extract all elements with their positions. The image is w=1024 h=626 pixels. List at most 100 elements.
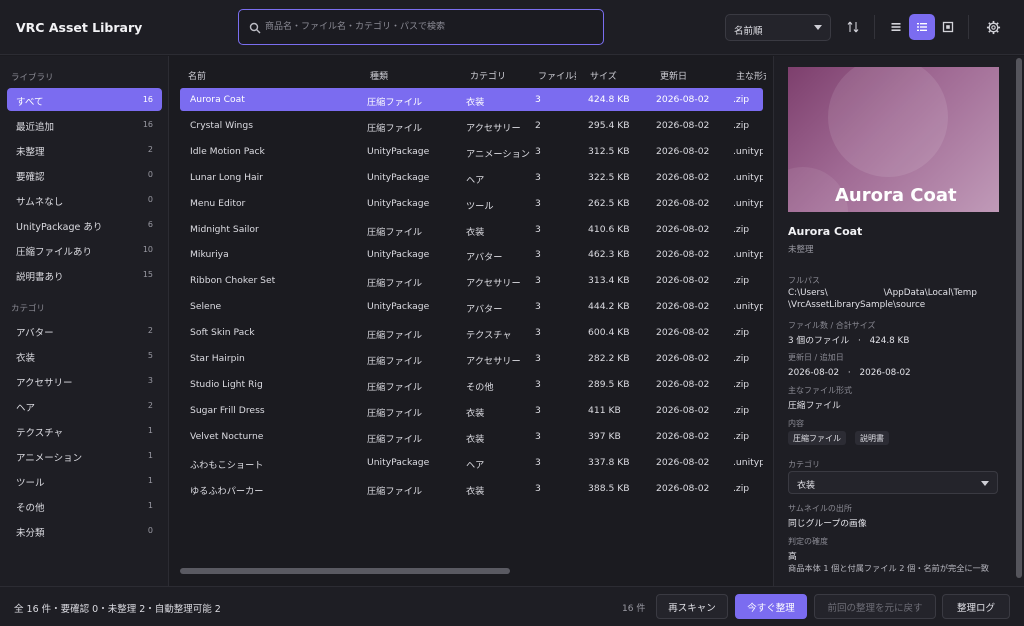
cell-type: 圧縮ファイル bbox=[367, 97, 423, 108]
cell-updated: 2026-08-02 bbox=[656, 171, 710, 183]
column-header-category[interactable]: カテゴリ bbox=[470, 69, 534, 82]
sidebar-library-item[interactable]: UnityPackage あり 6 bbox=[7, 213, 162, 236]
column-header-files[interactable]: ファイル数 bbox=[538, 69, 576, 82]
view-grid-button[interactable] bbox=[935, 14, 961, 40]
table-row[interactable]: Star Hairpin 圧縮ファイル アクセサリー 3 282.2 KB 2026-08… bbox=[180, 347, 763, 370]
cell-updated: 2026-08-02 bbox=[656, 145, 710, 157]
sidebar-category-item[interactable]: ツール 1 bbox=[7, 469, 162, 492]
sidebar-library-item-count: 15 bbox=[142, 270, 153, 279]
cell-category: アクセサリー bbox=[466, 356, 521, 367]
dates-label: 更新日 / 追加日 bbox=[788, 353, 844, 362]
sidebar-library-item[interactable]: 未整理 2 bbox=[7, 138, 162, 161]
confidence-label: 判定の確度 bbox=[788, 537, 828, 546]
vertical-scrollbar[interactable] bbox=[1016, 58, 1022, 578]
sidebar-category-item[interactable]: アニメーション 1 bbox=[7, 444, 162, 467]
column-header-name[interactable]: 名前 bbox=[188, 69, 358, 82]
cell-name: Velvet Nocturne bbox=[190, 430, 264, 442]
format-label: 主なファイル形式 bbox=[788, 386, 852, 395]
confidence-value: 高 bbox=[788, 552, 797, 562]
table-row[interactable]: Ribbon Choker Set 圧縮ファイル アクセサリー 3 313.4 KB 20… bbox=[180, 269, 763, 292]
cell-name: ゆるふわパーカー bbox=[190, 485, 264, 497]
cell-category: 衣装 bbox=[466, 226, 485, 238]
cell-category: 衣装 bbox=[466, 407, 485, 419]
sidebar-library-item[interactable]: 圧縮ファイルあり 10 bbox=[7, 238, 162, 261]
table-row[interactable]: Idle Motion Pack UnityPackage アニメーション 3 312.… bbox=[180, 140, 763, 163]
sidebar-category-item[interactable]: アクセサリー 3 bbox=[7, 369, 162, 392]
table-row[interactable]: ふわもこショート UnityPackage ヘア 3 337.8 KB 2026-08-0… bbox=[180, 451, 763, 474]
sort-dropdown[interactable]: 名前順 bbox=[725, 14, 831, 41]
cell-files: 3 bbox=[535, 456, 541, 468]
table-row[interactable]: Soft Skin Pack 圧縮ファイル テクスチャ 3 600.4 KB 2026-0… bbox=[180, 321, 763, 344]
column-header-format[interactable]: 主な形式 bbox=[736, 69, 766, 82]
table-row[interactable]: Lunar Long Hair UnityPackage ヘア 3 322.5 KB 20… bbox=[180, 166, 763, 189]
cell-files: 3 bbox=[535, 171, 541, 183]
table-row[interactable]: Velvet Nocturne 圧縮ファイル 衣装 3 397 KB 2026-08-02… bbox=[180, 425, 763, 448]
sidebar-category-item-label: その他 bbox=[16, 503, 45, 514]
undo-organize-button[interactable]: 前回の整理を元に戻す bbox=[814, 594, 936, 619]
organize-log-button[interactable]: 整理ログ bbox=[942, 594, 1010, 619]
table-row[interactable]: Menu Editor UnityPackage ツール 3 262.5 KB 2026-… bbox=[180, 192, 763, 215]
cell-name: Menu Editor bbox=[190, 197, 246, 209]
table-row[interactable]: ゆるふわパーカー 圧縮ファイル 衣装 3 388.5 KB 2026-08-02 .zip bbox=[180, 477, 763, 500]
list-view-icon bbox=[891, 23, 901, 31]
view-compact-list-button[interactable] bbox=[909, 14, 935, 40]
sidebar-library-item-count: 10 bbox=[142, 245, 153, 254]
cell-name: Idle Motion Pack bbox=[190, 145, 265, 157]
cell-files: 3 bbox=[535, 94, 541, 105]
cell-format: .zip bbox=[733, 223, 750, 235]
table-row[interactable]: Studio Light Rig 圧縮ファイル その他 3 289.5 KB 2026-0… bbox=[180, 373, 763, 396]
sidebar-library-item-count: 6 bbox=[147, 220, 153, 229]
cell-name: Star Hairpin bbox=[190, 353, 245, 364]
column-header-type[interactable]: 種類 bbox=[370, 69, 460, 82]
sort-order-button[interactable] bbox=[840, 14, 866, 40]
cell-updated: 2026-08-02 bbox=[656, 404, 710, 416]
cell-type: 圧縮ファイル bbox=[367, 381, 423, 393]
sidebar-category-item-count: 1 bbox=[147, 426, 153, 435]
cell-size: 600.4 KB bbox=[588, 327, 630, 339]
column-header-updated[interactable]: 更新日 bbox=[660, 69, 730, 82]
sidebar-library-item[interactable]: サムネなし 0 bbox=[7, 188, 162, 211]
cell-category: ツール bbox=[466, 200, 494, 212]
cell-size: 337.8 KB bbox=[588, 456, 630, 468]
table-row[interactable]: Mikuriya UnityPackage アバター 3 462.3 KB 2026-08… bbox=[180, 243, 763, 266]
sidebar-library-item[interactable]: すべて 16 bbox=[7, 88, 162, 111]
table-row[interactable]: Sugar Frill Dress 圧縮ファイル 衣装 3 411 KB 2026-08-… bbox=[180, 399, 763, 422]
table-row[interactable]: Midnight Sailor 圧縮ファイル 衣装 3 410.6 KB 2026-08-… bbox=[180, 218, 763, 241]
organize-now-button[interactable]: 今すぐ整理 bbox=[735, 594, 807, 619]
path-label: フルパス bbox=[788, 276, 820, 285]
sidebar-category-item[interactable]: ヘア 2 bbox=[7, 394, 162, 417]
search-box[interactable] bbox=[238, 9, 604, 45]
search-input[interactable] bbox=[265, 10, 595, 44]
sidebar-category-item-label: テクスチャ bbox=[16, 428, 64, 439]
grid-view-icon bbox=[942, 21, 954, 33]
sidebar-category-item[interactable]: アバター 2 bbox=[7, 319, 162, 342]
cell-format: .unitypackage bbox=[733, 249, 763, 261]
horizontal-scrollbar[interactable] bbox=[180, 568, 510, 574]
cell-size: 397 KB bbox=[588, 430, 621, 442]
table-row[interactable]: Crystal Wings 圧縮ファイル アクセサリー 2 295.4 KB 2026-0… bbox=[180, 114, 763, 137]
sort-arrows-icon bbox=[847, 21, 859, 33]
sidebar-library-item[interactable]: 要確認 0 bbox=[7, 163, 162, 186]
cell-name: Crystal Wings bbox=[190, 119, 253, 131]
cell-files: 3 bbox=[535, 353, 541, 364]
bottom-bar: 全 16 件・要確認 0・未整理 2・自動整理可能 2 16 件 再スキャン 今… bbox=[0, 586, 1024, 626]
column-header-size[interactable]: サイズ bbox=[590, 69, 650, 82]
sidebar-category-item[interactable]: テクスチャ 1 bbox=[7, 419, 162, 442]
cell-size: 295.4 KB bbox=[588, 119, 630, 131]
sidebar-category-item[interactable]: その他 1 bbox=[7, 494, 162, 517]
sidebar-library-item[interactable]: 説明書あり 15 bbox=[7, 263, 162, 286]
table-row[interactable]: Aurora Coat 圧縮ファイル 衣装 3 424.8 KB 2026-08-02 .z… bbox=[180, 88, 763, 111]
rescan-button[interactable]: 再スキャン bbox=[656, 594, 728, 619]
sidebar-category-item[interactable]: 未分類 0 bbox=[7, 519, 162, 542]
cell-format: .unitypackage bbox=[733, 456, 763, 468]
settings-button[interactable] bbox=[980, 14, 1006, 40]
view-list-button[interactable] bbox=[883, 14, 909, 40]
category-dropdown[interactable]: 衣装 bbox=[788, 471, 998, 494]
sidebar-library-item[interactable]: 最近追加 16 bbox=[7, 113, 162, 136]
sidebar-category-item[interactable]: 衣装 5 bbox=[7, 344, 162, 367]
table-row[interactable]: Selene UnityPackage アバター 3 444.2 KB 2026-08-0… bbox=[180, 295, 763, 318]
sidebar-category-item-label: ヘア bbox=[16, 403, 36, 414]
cell-files: 3 bbox=[535, 404, 541, 416]
sidebar-library-item-label: UnityPackage あり bbox=[16, 222, 103, 233]
cell-type: 圧縮ファイル bbox=[367, 356, 423, 367]
